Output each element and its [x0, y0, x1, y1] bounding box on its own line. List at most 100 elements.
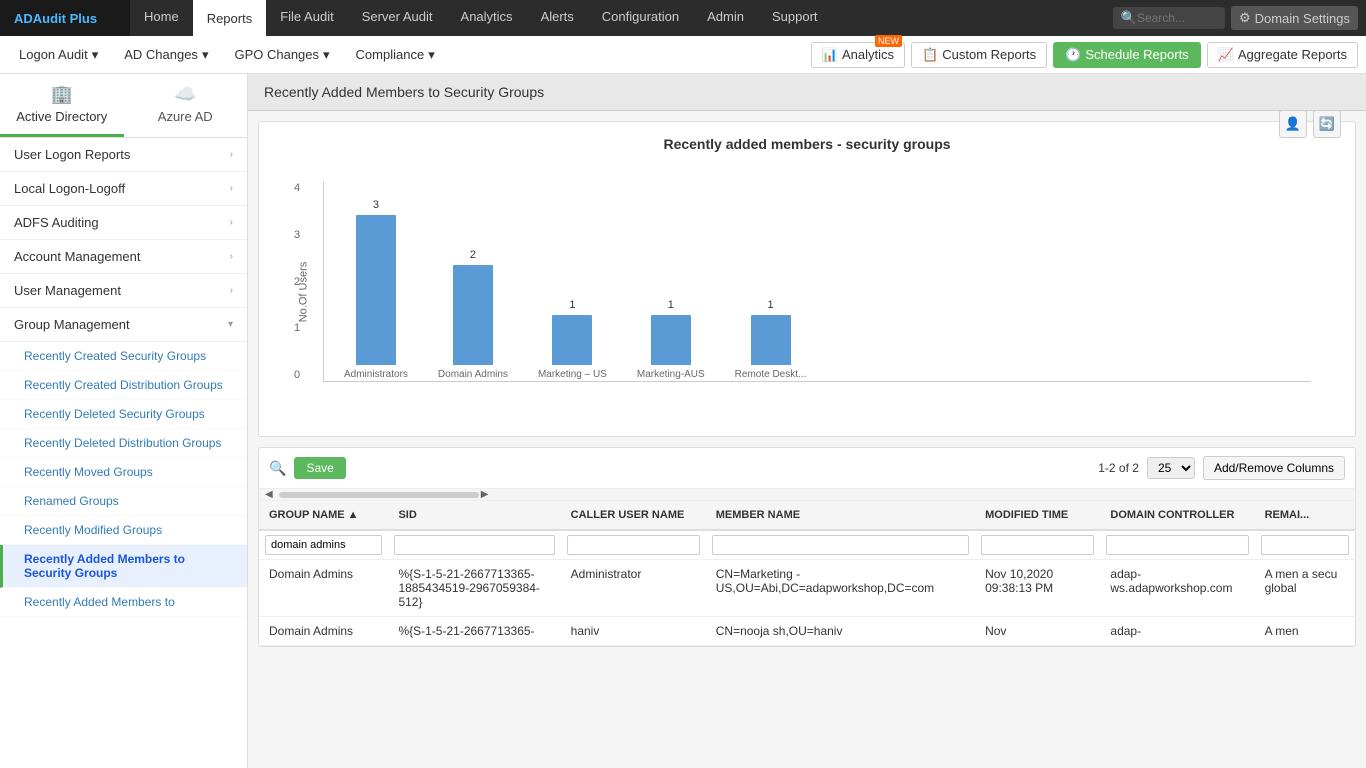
nav-server-audit[interactable]: Server Audit — [348, 0, 447, 36]
sidebar-sub-recently-deleted-security[interactable]: Recently Deleted Security Groups — [0, 400, 247, 429]
horizontal-scrollbar[interactable]: ◀ ▶ — [259, 489, 1355, 501]
cell-caller: haniv — [561, 617, 706, 646]
per-page-select[interactable]: 25 — [1147, 457, 1195, 479]
main-layout: 🏢 Active Directory ☁️ Azure AD User Logo… — [0, 74, 1366, 768]
sidebar-item-group-management[interactable]: Group Management ▾ — [0, 308, 247, 342]
sidebar-sub-recently-created-dist[interactable]: Recently Created Distribution Groups — [0, 371, 247, 400]
col-domain-controller[interactable]: DOMAIN CONTROLLER — [1100, 501, 1254, 530]
nav-support[interactable]: Support — [758, 0, 832, 36]
table-row: Domain Admins %{S-1-5-21-2667713365- han… — [259, 617, 1355, 646]
chart-refresh-icon[interactable]: 🔄 — [1313, 110, 1341, 138]
bar-marketing-us[interactable]: 1 Marketing – US — [538, 315, 607, 381]
cell-member: CN=Marketing - US,OU=Abi,DC=adapworkshop… — [706, 560, 975, 617]
cell-remark: A men a secu global — [1255, 560, 1355, 617]
sidebar-item-account-management[interactable]: Account Management › — [0, 240, 247, 274]
logon-audit-button[interactable]: Logon Audit ▾ — [8, 42, 109, 68]
chevron-right-icon: › — [230, 251, 233, 262]
cell-group-name: Domain Admins — [259, 617, 388, 646]
analytics-icon: 📊 — [822, 47, 838, 63]
sidebar: 🏢 Active Directory ☁️ Azure AD User Logo… — [0, 74, 248, 768]
save-button[interactable]: Save — [294, 457, 345, 479]
chevron-right-icon: › — [230, 183, 233, 194]
sidebar-tab-active-directory[interactable]: 🏢 Active Directory — [0, 74, 124, 137]
sidebar-sub-recently-moved[interactable]: Recently Moved Groups — [0, 458, 247, 487]
search-input[interactable] — [1137, 11, 1217, 25]
logo-text: ADAudit Plus — [14, 11, 97, 26]
filter-member[interactable] — [712, 535, 969, 555]
scrollbar-track[interactable] — [279, 492, 479, 498]
y-ticks: 4 3 2 1 0 — [294, 182, 300, 381]
sidebar-item-user-logon-reports[interactable]: User Logon Reports › — [0, 138, 247, 172]
filter-time[interactable] — [981, 535, 1094, 555]
page-title: Recently Added Members to Security Group… — [264, 84, 1350, 100]
col-group-name[interactable]: GROUP NAME ▲ — [259, 501, 388, 530]
ad-changes-button[interactable]: AD Changes ▾ — [113, 42, 219, 68]
schedule-reports-button[interactable]: 🕐 Schedule Reports — [1053, 42, 1201, 68]
custom-reports-button[interactable]: 📋 Custom Reports — [911, 42, 1047, 68]
nav-alerts[interactable]: Alerts — [527, 0, 588, 36]
bar-administrators[interactable]: 3 Administrators — [344, 215, 408, 381]
pagination-info: 1-2 of 2 — [1098, 461, 1139, 475]
table-header-row: GROUP NAME ▲ SID CALLER USER NAME MEMBER… — [259, 501, 1355, 530]
scroll-right-button[interactable]: ▶ — [479, 489, 491, 500]
sidebar-sub-renamed-groups[interactable]: Renamed Groups — [0, 487, 247, 516]
sidebar-sub-recently-added-security[interactable]: Recently Added Members to Security Group… — [0, 545, 247, 588]
gpo-changes-button[interactable]: GPO Changes ▾ — [223, 42, 340, 68]
cell-member: CN=nooja sh,OU=haniv — [706, 617, 975, 646]
col-member-name[interactable]: MEMBER NAME — [706, 501, 975, 530]
chevron-right-icon: › — [230, 217, 233, 228]
cell-dc: adap-ws.adapworkshop.com — [1100, 560, 1254, 617]
filter-group-name[interactable] — [265, 535, 382, 555]
filter-sid[interactable] — [394, 535, 554, 555]
col-modified-time[interactable]: MODIFIED TIME — [975, 501, 1100, 530]
sidebar-sub-recently-added[interactable]: Recently Added Members to — [0, 588, 247, 617]
cell-sid: %{S-1-5-21-2667713365-1885434519-2967059… — [388, 560, 560, 617]
chart-inner: 4 3 2 1 0 3 Administrators — [323, 182, 1311, 382]
chevron-down-icon: ▾ — [228, 319, 233, 330]
aggregate-reports-button[interactable]: 📈 Aggregate Reports — [1207, 42, 1358, 68]
table-toolbar: 🔍 Save 1-2 of 2 25 Add/Remove Columns — [259, 448, 1355, 489]
sidebar-tab-azure-ad[interactable]: ☁️ Azure AD — [124, 74, 248, 137]
sidebar-tabs: 🏢 Active Directory ☁️ Azure AD — [0, 74, 247, 138]
app-logo: ADAudit Plus — [0, 0, 130, 36]
filter-dc[interactable] — [1106, 535, 1248, 555]
cell-time: Nov — [975, 617, 1100, 646]
bar-marketing-aus[interactable]: 1 Marketing-AUS — [637, 315, 705, 381]
sidebar-sub-recently-created-security[interactable]: Recently Created Security Groups — [0, 342, 247, 371]
active-directory-icon: 🏢 — [51, 84, 73, 105]
sidebar-sub-recently-modified[interactable]: Recently Modified Groups — [0, 516, 247, 545]
nav-configuration[interactable]: Configuration — [588, 0, 693, 36]
table-row: Domain Admins %{S-1-5-21-2667713365-1885… — [259, 560, 1355, 617]
nav-file-audit[interactable]: File Audit — [266, 0, 347, 36]
col-caller-user-name[interactable]: CALLER USER NAME — [561, 501, 706, 530]
nav-reports[interactable]: Reports — [193, 0, 267, 36]
analytics-button[interactable]: NEW 📊 Analytics — [811, 42, 905, 68]
col-sid[interactable]: SID — [388, 501, 560, 530]
sidebar-item-adfs-auditing[interactable]: ADFS Auditing › — [0, 206, 247, 240]
col-remark[interactable]: REMAI... — [1255, 501, 1355, 530]
sidebar-menu: User Logon Reports › Local Logon-Logoff … — [0, 138, 247, 768]
clock-icon: 🕐 — [1065, 47, 1081, 63]
nav-admin[interactable]: Admin — [693, 0, 758, 36]
filter-caller[interactable] — [567, 535, 700, 555]
nav-analytics[interactable]: Analytics — [447, 0, 527, 36]
nav-right: 🔍 ⚙ Domain Settings — [1113, 6, 1366, 30]
compliance-button[interactable]: Compliance ▾ — [345, 42, 446, 68]
chevron-down-icon: ▾ — [92, 47, 99, 63]
bar-domain-admins[interactable]: 2 Domain Admins — [438, 265, 508, 381]
sidebar-item-user-management[interactable]: User Management › — [0, 274, 247, 308]
bar-remote-desktop[interactable]: 1 Remote Deskt... — [735, 315, 807, 381]
nav-home[interactable]: Home — [130, 0, 193, 36]
sidebar-item-local-logon-logoff[interactable]: Local Logon-Logoff › — [0, 172, 247, 206]
add-remove-columns-button[interactable]: Add/Remove Columns — [1203, 456, 1345, 480]
second-navigation: Logon Audit ▾ AD Changes ▾ GPO Changes ▾… — [0, 36, 1366, 74]
chart-user-icon[interactable]: 👤 — [1279, 110, 1307, 138]
chevron-down-icon: ▾ — [323, 47, 330, 63]
search-icon: 🔍 — [269, 460, 286, 477]
sidebar-sub-recently-deleted-dist[interactable]: Recently Deleted Distribution Groups — [0, 429, 247, 458]
chart-icons: 👤 🔄 — [1279, 110, 1341, 138]
filter-remark[interactable] — [1261, 535, 1349, 555]
scroll-left-button[interactable]: ◀ — [263, 489, 275, 500]
domain-settings-button[interactable]: ⚙ Domain Settings — [1231, 6, 1358, 30]
search-box[interactable]: 🔍 — [1113, 7, 1225, 29]
